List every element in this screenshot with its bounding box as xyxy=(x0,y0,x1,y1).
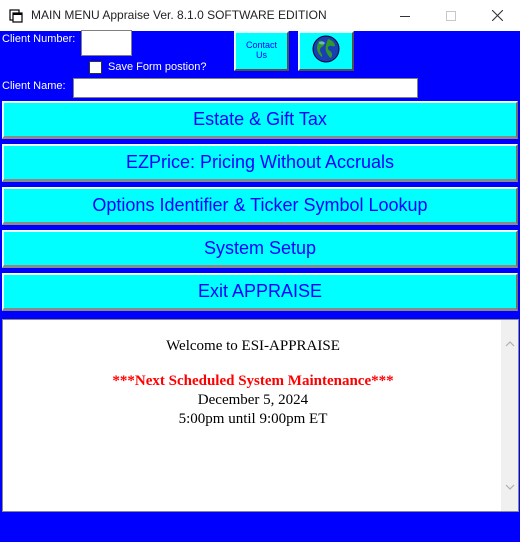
client-name-label: Client Name: xyxy=(2,80,66,92)
welcome-title: Welcome to ESI-APPRAISE xyxy=(166,338,340,354)
close-button[interactable] xyxy=(474,0,520,31)
contact-us-button[interactable]: Contact Us xyxy=(234,31,289,71)
save-position-checkbox[interactable] xyxy=(89,61,102,74)
maximize-icon xyxy=(446,10,456,21)
client-number-label: Client Number: xyxy=(2,33,76,45)
app-icon xyxy=(9,9,23,23)
options-identifier-button[interactable]: Options Identifier & Ticker Symbol Looku… xyxy=(2,187,518,225)
client-name-field[interactable] xyxy=(73,78,418,98)
client-number-field[interactable] xyxy=(81,30,132,56)
maximize-button[interactable] xyxy=(428,0,474,31)
exit-appraise-button[interactable]: Exit APPRAISE xyxy=(2,273,518,311)
estate-gift-tax-button[interactable]: Estate & Gift Tax xyxy=(2,101,518,139)
minimize-button[interactable] xyxy=(382,0,428,31)
title-bar: MAIN MENU Appraise Ver. 8.1.0 SOFTWARE E… xyxy=(0,0,520,31)
maintenance-heading: ***Next Scheduled System Maintenance*** xyxy=(112,373,394,389)
contact-us-label: Contact Us xyxy=(245,40,278,60)
maintenance-time: 5:00pm until 9:00pm ET xyxy=(178,411,328,427)
vertical-scrollbar[interactable] xyxy=(501,320,518,511)
chevron-down-icon xyxy=(505,484,514,490)
minimize-icon xyxy=(400,15,410,17)
close-icon xyxy=(491,10,503,21)
system-setup-button[interactable]: System Setup xyxy=(2,230,518,268)
website-button[interactable] xyxy=(298,31,354,71)
chevron-up-icon xyxy=(505,340,514,346)
maintenance-date: December 5, 2024 xyxy=(197,392,309,408)
globe-icon xyxy=(311,34,341,69)
save-position-label: Save Form postion? xyxy=(108,61,207,73)
scroll-up-button[interactable] xyxy=(501,336,518,350)
scroll-down-button[interactable] xyxy=(501,480,518,494)
welcome-message-box[interactable]: Welcome to ESI-APPRAISE ***Next Schedule… xyxy=(2,319,519,512)
window-title: MAIN MENU Appraise Ver. 8.1.0 SOFTWARE E… xyxy=(31,8,327,22)
ezprice-button[interactable]: EZPrice: Pricing Without Accruals xyxy=(2,144,518,182)
